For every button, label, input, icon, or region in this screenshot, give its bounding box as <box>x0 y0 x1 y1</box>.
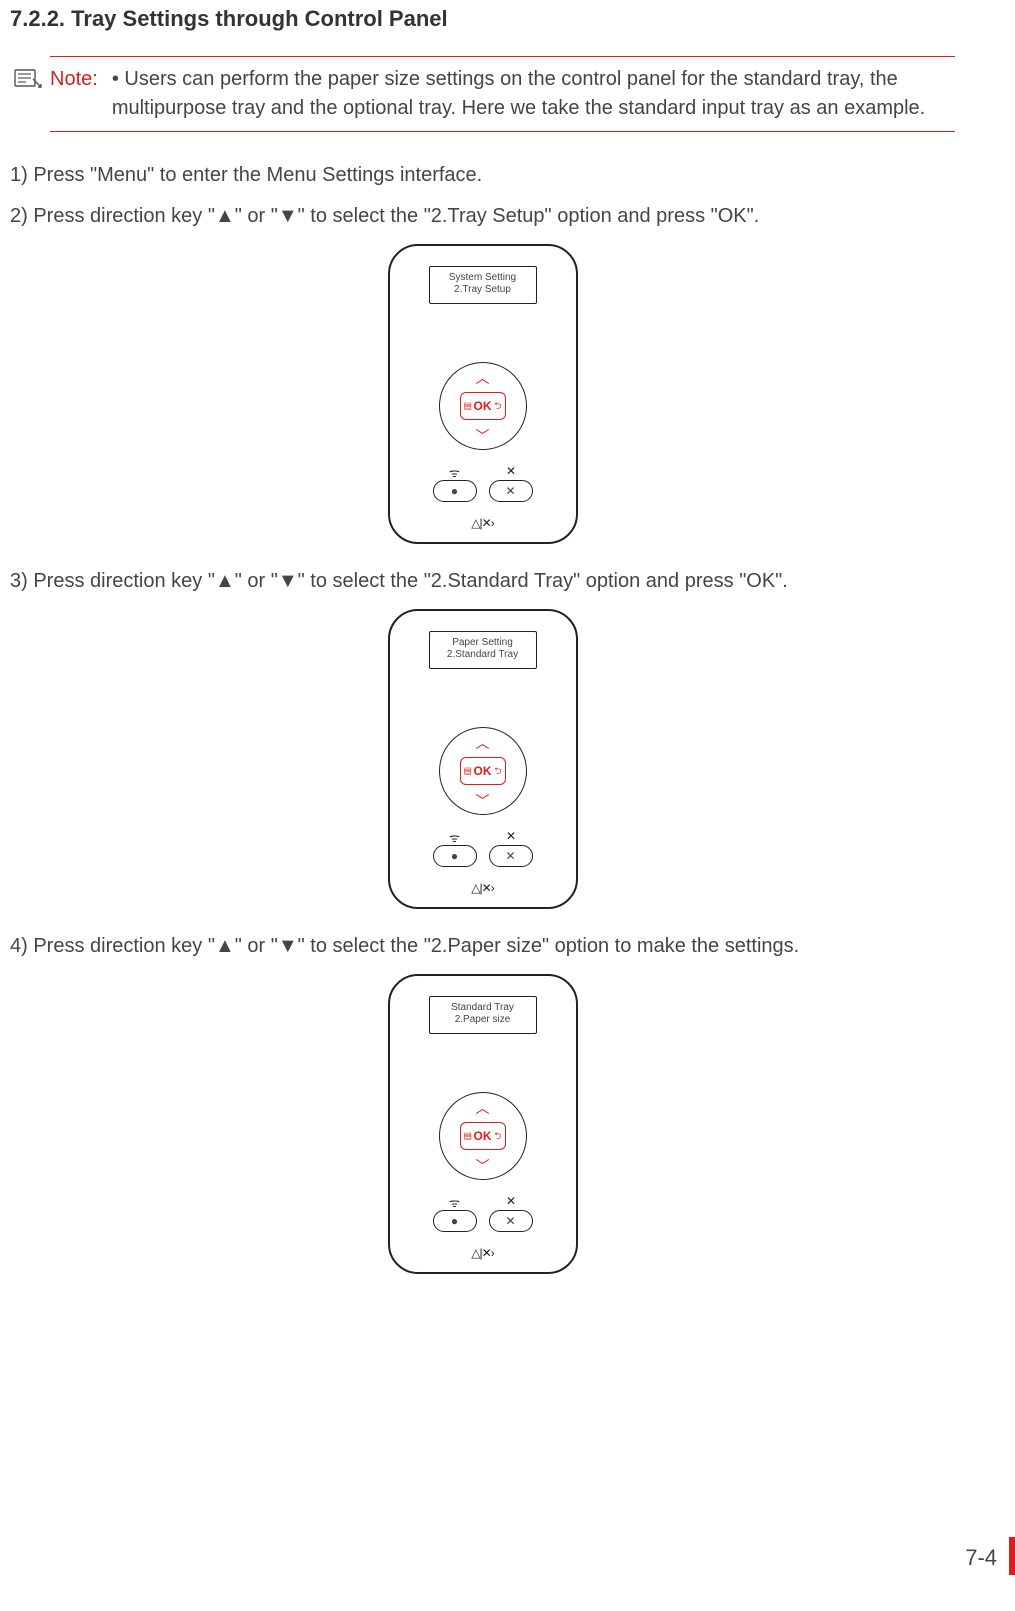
wifi-icon: ᯤ <box>449 1194 460 1211</box>
dpad-3: ︿ ﹀ ▤ OK ⮌ <box>439 1092 527 1180</box>
ok-button-1: ▤ OK ⮌ <box>460 392 506 420</box>
x-icon: ✕ <box>505 850 515 862</box>
figure-1: System Setting 2.Tray Setup ︿ ﹀ ▤ OK ⮌ ᯤ… <box>10 244 955 544</box>
section-heading: 7.2.2. Tray Settings through Control Pan… <box>10 6 955 32</box>
note-text: • Users can perform the paper size setti… <box>112 65 955 123</box>
dot-icon: ● <box>451 850 458 862</box>
dot-icon: ● <box>451 485 458 497</box>
lcd-3-line-2: 2.Paper size <box>430 1014 536 1026</box>
lcd-2-line-1: Paper Setting <box>430 637 536 649</box>
down-arrow-icon: ﹀ <box>476 794 490 808</box>
note-rule-bottom <box>50 131 955 132</box>
lcd-3-line-1: Standard Tray <box>430 1002 536 1014</box>
ok-label: OK <box>474 1129 492 1143</box>
menu-icon: ▤ <box>464 1132 473 1141</box>
bottom-glyph-2: △|✕› <box>390 881 576 895</box>
wifi-icon: ᯤ <box>449 464 460 481</box>
step-1: 1) Press "Menu" to enter the Menu Settin… <box>10 162 955 189</box>
note-label: Note: <box>50 65 98 94</box>
cancel-pill: ✕ <box>489 845 533 867</box>
control-panel-2: Paper Setting 2.Standard Tray ︿ ﹀ ▤ OK ⮌… <box>388 609 578 909</box>
up-arrow-icon: ︿ <box>476 371 490 385</box>
lcd-3: Standard Tray 2.Paper size <box>429 996 537 1034</box>
menu-icon: ▤ <box>464 402 473 411</box>
dpad-2: ︿ ﹀ ▤ OK ⮌ <box>439 727 527 815</box>
row-icons-1: ᯤ ✕ <box>390 464 576 481</box>
down-arrow-icon: ﹀ <box>476 429 490 443</box>
ok-button-2: ▤ OK ⮌ <box>460 757 506 785</box>
control-panel-3: Standard Tray 2.Paper size ︿ ﹀ ▤ OK ⮌ ᯤ … <box>388 974 578 1274</box>
row-icons-2: ᯤ ✕ <box>390 829 576 846</box>
bottom-glyph-3: △|✕› <box>390 1246 576 1260</box>
x-icon: ✕ <box>505 485 515 497</box>
row-icons-3: ᯤ ✕ <box>390 1194 576 1211</box>
dpad-1: ︿ ﹀ ▤ OK ⮌ <box>439 362 527 450</box>
power-pill: ● <box>433 480 477 502</box>
step-4: 4) Press direction key "▲" or "▼" to sel… <box>10 933 955 960</box>
x-small-icon: ✕ <box>506 464 516 481</box>
dot-icon: ● <box>451 1215 458 1227</box>
page-number-bar <box>1009 1537 1015 1575</box>
row-buttons-2: ● ✕ <box>390 845 576 867</box>
page-number: 7-4 <box>965 1545 997 1571</box>
up-arrow-icon: ︿ <box>476 736 490 750</box>
ok-button-3: ▤ OK ⮌ <box>460 1122 506 1150</box>
power-pill: ● <box>433 845 477 867</box>
back-icon: ⮌ <box>494 767 501 776</box>
row-buttons-3: ● ✕ <box>390 1210 576 1232</box>
x-small-icon: ✕ <box>506 829 516 846</box>
lcd-2-line-2: 2.Standard Tray <box>430 649 536 661</box>
down-arrow-icon: ﹀ <box>476 1159 490 1173</box>
back-icon: ⮌ <box>494 402 501 411</box>
note-block: Note: • Users can perform the paper size… <box>50 56 955 132</box>
lcd-1-line-1: System Setting <box>430 272 536 284</box>
up-arrow-icon: ︿ <box>476 1101 490 1115</box>
step-2: 2) Press direction key "▲" or "▼" to sel… <box>10 203 955 230</box>
menu-icon: ▤ <box>464 767 473 776</box>
step-3: 3) Press direction key "▲" or "▼" to sel… <box>10 568 955 595</box>
figure-3: Standard Tray 2.Paper size ︿ ﹀ ▤ OK ⮌ ᯤ … <box>10 974 955 1274</box>
power-pill: ● <box>433 1210 477 1232</box>
back-icon: ⮌ <box>494 1132 501 1141</box>
wifi-icon: ᯤ <box>449 829 460 846</box>
x-icon: ✕ <box>505 1215 515 1227</box>
figure-2: Paper Setting 2.Standard Tray ︿ ﹀ ▤ OK ⮌… <box>10 609 955 909</box>
lcd-1-line-2: 2.Tray Setup <box>430 284 536 296</box>
x-small-icon: ✕ <box>506 1194 516 1211</box>
lcd-1: System Setting 2.Tray Setup <box>429 266 537 304</box>
lcd-2: Paper Setting 2.Standard Tray <box>429 631 537 669</box>
ok-label: OK <box>474 764 492 778</box>
ok-label: OK <box>474 399 492 413</box>
cancel-pill: ✕ <box>489 480 533 502</box>
cancel-pill: ✕ <box>489 1210 533 1232</box>
note-icon <box>14 67 42 89</box>
control-panel-1: System Setting 2.Tray Setup ︿ ﹀ ▤ OK ⮌ ᯤ… <box>388 244 578 544</box>
bottom-glyph-1: △|✕› <box>390 516 576 530</box>
row-buttons-1: ● ✕ <box>390 480 576 502</box>
